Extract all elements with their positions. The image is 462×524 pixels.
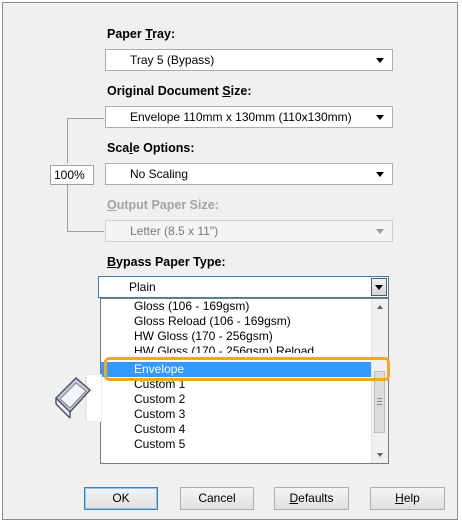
grip-line xyxy=(377,401,382,402)
connector-line xyxy=(67,118,68,163)
paper-tray-value: Tray 5 (Bypass) xyxy=(130,53,215,67)
bypass-type-label: Bypass Paper Type: xyxy=(107,255,226,269)
list-item[interactable]: Custom 2 xyxy=(101,392,371,407)
list-item[interactable]: Custom 3 xyxy=(101,407,371,422)
chevron-down-icon xyxy=(376,58,384,63)
connector-line xyxy=(67,118,104,119)
chevron-down-icon xyxy=(375,285,383,290)
paper-tray-icon xyxy=(46,373,103,423)
bypass-type-dropdown[interactable]: Plain xyxy=(98,276,389,298)
dialog-panel: Paper Tray: Tray 5 (Bypass) Original Doc… xyxy=(2,2,458,520)
dropdown-button[interactable] xyxy=(371,278,387,296)
list-item[interactable]: HW Gloss (170 - 256gsm) Reload xyxy=(101,344,371,353)
chevron-down-icon xyxy=(376,115,384,120)
scroll-down-icon[interactable] xyxy=(377,453,383,457)
list-item[interactable]: Gloss (106 - 169gsm) xyxy=(101,299,371,314)
bypass-type-value: Plain xyxy=(129,280,156,294)
scale-options-label: Scale Options: xyxy=(107,141,195,155)
original-size-dropdown[interactable]: Envelope 110mm x 130mm (110x130mm) xyxy=(105,106,393,128)
chevron-down-icon xyxy=(376,229,384,234)
grip-line xyxy=(377,404,382,405)
list-item[interactable]: Gloss Reload (106 - 169gsm) xyxy=(101,314,371,329)
original-size-label: Original Document Size: xyxy=(107,84,252,98)
paper-tray-label: Paper Tray: xyxy=(107,27,176,41)
cancel-button[interactable]: Cancel xyxy=(180,487,254,510)
chevron-down-icon xyxy=(376,172,384,177)
defaults-button[interactable]: Defaults xyxy=(274,487,349,510)
connector-line xyxy=(67,184,68,231)
bypass-type-list[interactable]: Gloss (106 - 169gsm) Gloss Reload (106 -… xyxy=(100,298,389,464)
connector-line xyxy=(67,231,104,232)
ok-button[interactable]: OK xyxy=(84,487,158,510)
help-button[interactable]: Help xyxy=(370,487,445,510)
scroll-up-icon[interactable] xyxy=(377,305,383,309)
scale-options-dropdown[interactable]: No Scaling xyxy=(105,163,393,185)
list-item[interactable]: Custom 4 xyxy=(101,422,371,437)
list-item[interactable]: HW Gloss (170 - 256gsm) xyxy=(101,329,371,344)
list-item[interactable]: Custom 5 xyxy=(101,437,371,452)
list-scrollbar[interactable] xyxy=(371,299,388,463)
scale-options-value: No Scaling xyxy=(130,167,189,181)
original-size-value: Envelope 110mm x 130mm (110x130mm) xyxy=(130,110,352,124)
scale-percent-field[interactable]: 100% xyxy=(50,165,94,185)
paper-tray-dropdown[interactable]: Tray 5 (Bypass) xyxy=(105,49,393,71)
grip-line xyxy=(377,398,382,399)
selection-highlight-frame xyxy=(104,357,390,381)
output-size-value: Letter (8.5 x 11") xyxy=(130,224,219,238)
output-size-label: Output Paper Size: xyxy=(107,198,219,212)
output-size-dropdown: Letter (8.5 x 11") xyxy=(105,220,393,242)
